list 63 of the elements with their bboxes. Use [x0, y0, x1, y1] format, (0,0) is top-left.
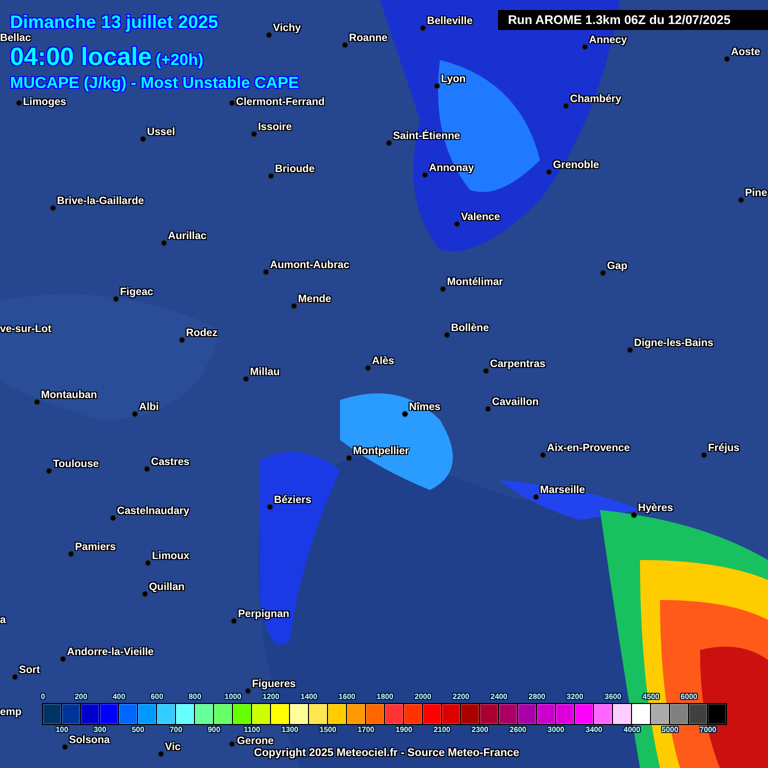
- city-label: Aix-en-Provence: [547, 442, 630, 454]
- city-label: Nîmes: [409, 401, 441, 413]
- city-label: Issoire: [258, 121, 292, 133]
- run-label: Run AROME 1.3km 06Z du 12/07/2025: [498, 10, 768, 30]
- forecast-offset: (+20h): [156, 52, 204, 70]
- city-label: Aoste: [731, 46, 760, 58]
- city-label: Castelnaudary: [117, 505, 190, 517]
- city-label: Lyon: [441, 73, 466, 85]
- city-label: Gerone: [237, 735, 274, 747]
- city-label: Castres: [151, 456, 190, 468]
- city-label: Vichy: [273, 22, 301, 34]
- city-label: Clermont-Ferrand: [236, 96, 325, 108]
- city-label: Saint-Étienne: [393, 130, 460, 142]
- city-label: a: [0, 614, 6, 626]
- city-label: Gap: [607, 260, 628, 272]
- city-label: Alès: [372, 355, 394, 367]
- city-label: Cavaillon: [492, 396, 539, 408]
- city-label: emp: [0, 706, 22, 718]
- city-label: Pine: [745, 187, 768, 199]
- parameter-title: MUCAPE (J/kg) - Most Unstable CAPE: [10, 74, 299, 93]
- city-label: Albi: [139, 401, 159, 413]
- city-label: Quillan: [149, 581, 185, 593]
- city-label: Mende: [298, 293, 332, 305]
- city-label: Chambéry: [570, 93, 622, 105]
- city-label: Grenoble: [553, 159, 600, 171]
- city-label: Valence: [461, 211, 500, 223]
- city-label: ve-sur-Lot: [0, 323, 52, 335]
- city-label: Hyères: [638, 502, 674, 514]
- city-label: Montpellier: [353, 445, 410, 457]
- city-label: Carpentras: [490, 358, 546, 370]
- city-label: Aurillac: [168, 230, 207, 242]
- city-label: Belleville: [427, 15, 473, 27]
- forecast-date: Dimanche 13 juillet 2025: [10, 12, 218, 32]
- city-label: Vic: [165, 741, 181, 753]
- city-label: Solsona: [69, 734, 110, 746]
- city-label: Millau: [250, 366, 280, 378]
- city-label: Fréjus: [708, 442, 740, 454]
- city-label: Figeac: [120, 286, 154, 298]
- forecast-time: 04:00 locale: [10, 44, 152, 70]
- city-label: Ussel: [147, 126, 176, 138]
- city-label: Figueres: [252, 678, 296, 690]
- city-label: Brive-la-Gaillarde: [57, 195, 144, 207]
- city-label: Montélimar: [447, 276, 504, 288]
- city-label: Brioude: [275, 163, 315, 175]
- city-label: Sort: [19, 664, 40, 676]
- city-label: Digne-les-Bains: [634, 337, 714, 349]
- city-label: Pamiers: [75, 541, 116, 553]
- city-label: Toulouse: [53, 458, 99, 470]
- city-label: Limoux: [152, 550, 190, 562]
- city-label: Marseille: [540, 484, 585, 496]
- city-label: Limoges: [23, 96, 66, 108]
- city-label: Perpignan: [238, 608, 290, 620]
- city-label: Annonay: [429, 162, 474, 174]
- city-label: Bollène: [451, 322, 489, 334]
- city-label: Annecy: [589, 34, 627, 46]
- city-label: Béziers: [274, 494, 312, 506]
- copyright-text: Copyright 2025 Meteociel.fr - Source Meteo-France: [254, 747, 520, 759]
- city-label: Andorre-la-Vieille: [67, 646, 154, 658]
- city-label: Montauban: [41, 389, 97, 401]
- city-label: Roanne: [349, 32, 388, 44]
- city-label: Bellac: [0, 32, 31, 44]
- city-label: Rodez: [186, 327, 218, 339]
- city-label: Aumont-Aubrac: [270, 259, 350, 271]
